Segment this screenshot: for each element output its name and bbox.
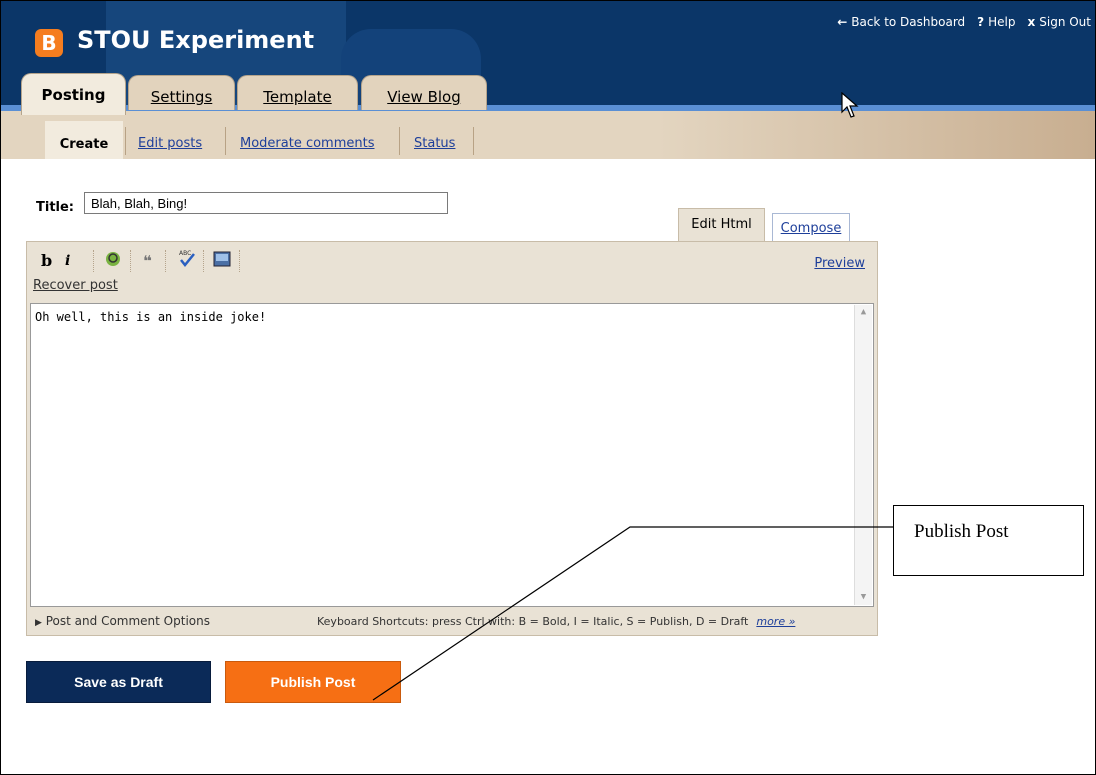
toolbar-divider [203, 250, 205, 272]
divider [225, 127, 226, 155]
divider [399, 127, 400, 155]
blog-title: STOU Experiment [77, 26, 315, 54]
svg-text:ABC: ABC [179, 250, 191, 257]
toolbar-divider [130, 250, 132, 272]
post-title-input[interactable] [84, 192, 448, 214]
divider [125, 127, 126, 155]
callout-box: Publish Post [893, 505, 1084, 576]
close-icon: x [1027, 15, 1036, 29]
blogger-logo-icon: B [35, 29, 63, 57]
post-options-label: Post and Comment Options [45, 614, 210, 628]
divider [473, 127, 474, 155]
sign-out-link[interactable]: x Sign Out [1028, 15, 1092, 29]
spellcheck-icon[interactable]: ABC [177, 248, 197, 272]
sign-out-label: Sign Out [1039, 15, 1091, 29]
tab-posting[interactable]: Posting [21, 73, 126, 115]
subnav-edit-posts[interactable]: Edit posts [138, 136, 202, 151]
preview-link[interactable]: Preview [814, 256, 865, 271]
tab-edit-html[interactable]: Edit Html [678, 208, 765, 242]
post-body-textarea[interactable]: Oh well, this is an inside joke! ▲ ▼ [30, 303, 874, 607]
back-arrow-icon: ← [837, 15, 848, 29]
subnav-status[interactable]: Status [414, 136, 455, 151]
recover-post-link[interactable]: Recover post [33, 278, 118, 293]
shortcuts-text: Keyboard Shortcuts: press Ctrl with: B =… [317, 615, 749, 628]
top-navigation: ← Back to Dashboard ? Help x Sign Out [837, 15, 1091, 29]
scroll-down-icon[interactable]: ▼ [856, 590, 871, 605]
sub-navigation: Create Edit posts Moderate comments Stat… [1, 111, 1095, 159]
tab-settings[interactable]: Settings [128, 75, 235, 110]
title-label: Title: [36, 200, 75, 215]
help-icon: ? [977, 15, 985, 29]
publish-post-button[interactable]: Publish Post [225, 661, 401, 703]
image-icon[interactable] [213, 251, 231, 271]
link-icon[interactable] [104, 250, 122, 272]
subnav-create[interactable]: Create [45, 121, 123, 159]
toolbar-divider [239, 250, 241, 272]
italic-button[interactable]: i [65, 253, 70, 269]
help-label: Help [988, 15, 1016, 29]
more-shortcuts-link[interactable]: more » [756, 615, 795, 628]
toolbar-divider [93, 250, 95, 272]
back-label: Back to Dashboard [851, 15, 966, 29]
tab-view-blog[interactable]: View Blog [361, 75, 487, 110]
blockquote-icon[interactable]: ❝ [143, 252, 152, 270]
subnav-moderate-comments[interactable]: Moderate comments [240, 136, 375, 151]
save-as-draft-button[interactable]: Save as Draft [26, 661, 211, 703]
help-link[interactable]: ? Help [977, 15, 1015, 29]
mouse-cursor-icon [841, 92, 859, 118]
tab-template[interactable]: Template [237, 75, 358, 110]
toolbar-divider [165, 250, 167, 272]
scrollbar[interactable]: ▲ ▼ [854, 305, 872, 605]
scroll-up-icon[interactable]: ▲ [856, 305, 871, 320]
tab-compose[interactable]: Compose [772, 213, 850, 242]
triangle-right-icon: ▶ [35, 618, 42, 628]
bold-button[interactable]: b [41, 251, 52, 270]
back-to-dashboard-link[interactable]: ← Back to Dashboard [837, 15, 965, 29]
post-options-toggle[interactable]: ▶ Post and Comment Options [35, 614, 210, 628]
post-body-text: Oh well, this is an inside joke! [35, 310, 267, 324]
keyboard-shortcuts: Keyboard Shortcuts: press Ctrl with: B =… [317, 615, 795, 628]
post-editor: b i ❝ ABC Preview Recover post Oh well, … [26, 241, 878, 636]
